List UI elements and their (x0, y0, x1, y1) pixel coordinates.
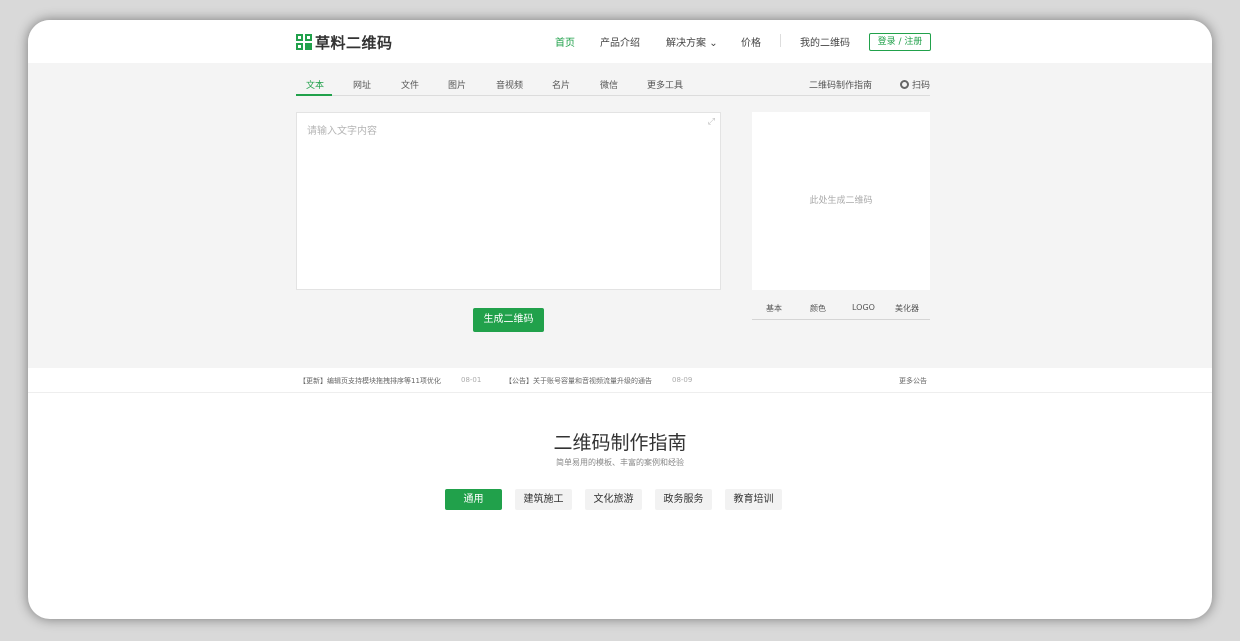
more-notices-link[interactable]: 更多公告 (899, 376, 927, 386)
scan-icon (900, 80, 909, 89)
nav-pricing[interactable]: 价格 (741, 34, 761, 49)
brand-logo[interactable]: 草料二维码 (296, 33, 393, 52)
browser-frame: 草料二维码 首页 产品介绍 解决方案 ⌄ 价格 我的二维码 登录 / 注册 文本… (28, 20, 1212, 619)
style-tab-color[interactable]: 颜色 (810, 303, 826, 314)
nav-solutions-label: 解决方案 (666, 38, 706, 49)
guide-section-subtitle: 简单易用的模板、丰富的案例和经验 (556, 458, 684, 467)
active-tab-indicator (296, 94, 332, 96)
editor-workspace: 文本 网址 文件 图片 音视频 名片 微信 更多工具 二维码制作指南 扫码 请输… (28, 63, 1212, 368)
text-content-input[interactable]: 请输入文字内容 ⤢ (296, 112, 721, 290)
tab-more-tools[interactable]: 更多工具 (647, 78, 683, 91)
tab-text[interactable]: 文本 (306, 78, 324, 91)
category-government-services[interactable]: 政务服务 (655, 489, 712, 510)
guide-section-title: 二维码制作指南 (553, 432, 687, 454)
tab-image[interactable]: 图片 (448, 78, 466, 91)
category-general[interactable]: 通用 (445, 489, 502, 510)
generate-qr-button[interactable]: 生成二维码 (473, 308, 544, 332)
scan-label: 扫码 (912, 81, 931, 91)
style-tab-basic[interactable]: 基本 (766, 303, 782, 314)
nav-home[interactable]: 首页 (555, 34, 575, 49)
tab-url[interactable]: 网址 (353, 78, 371, 91)
style-tab-beautifier[interactable]: 美化器 (895, 303, 919, 314)
notice-link-2[interactable]: 【公告】关于账号容量和音视频流量升级的通告 (505, 376, 652, 386)
notice-link-1[interactable]: 【更新】编辑页支持模块拖拽排序等11项优化 (299, 376, 441, 386)
qr-style-tabs: 基本 颜色 LOGO 美化器 (752, 297, 930, 320)
chevron-down-icon: ⌄ (709, 38, 718, 49)
nav-my-qr[interactable]: 我的二维码 (800, 34, 850, 49)
login-register-button[interactable]: 登录 / 注册 (869, 33, 931, 51)
category-education[interactable]: 教育培训 (725, 489, 782, 510)
nav-solutions[interactable]: 解决方案 ⌄ (666, 34, 718, 49)
notice-date-2: 08-09 (672, 376, 693, 384)
style-tab-logo[interactable]: LOGO (852, 303, 875, 312)
tab-business-card[interactable]: 名片 (552, 78, 570, 91)
announcement-bar: 【更新】编辑页支持模块拖拽排序等11项优化 08-01 【公告】关于账号容量和音… (28, 368, 1212, 393)
expand-icon[interactable]: ⤢ (708, 117, 715, 127)
guide-link[interactable]: 二维码制作指南 (809, 78, 872, 91)
nav-products[interactable]: 产品介绍 (600, 34, 640, 49)
category-culture-tourism[interactable]: 文化旅游 (585, 489, 642, 510)
notice-date-1: 08-01 (461, 376, 482, 384)
nav-divider (780, 34, 781, 47)
tab-file[interactable]: 文件 (401, 78, 419, 91)
text-input-placeholder: 请输入文字内容 (307, 126, 377, 137)
tab-wechat[interactable]: 微信 (600, 78, 618, 91)
brand-name: 草料二维码 (315, 33, 393, 52)
category-construction[interactable]: 建筑施工 (515, 489, 572, 510)
scan-link[interactable]: 扫码 (900, 78, 930, 91)
tab-audio-video[interactable]: 音视频 (496, 78, 523, 91)
top-navbar: 草料二维码 首页 产品介绍 解决方案 ⌄ 价格 我的二维码 登录 / 注册 (28, 20, 1212, 63)
qr-logo-icon (296, 34, 312, 50)
qr-preview-area: 此处生成二维码 (752, 112, 930, 290)
